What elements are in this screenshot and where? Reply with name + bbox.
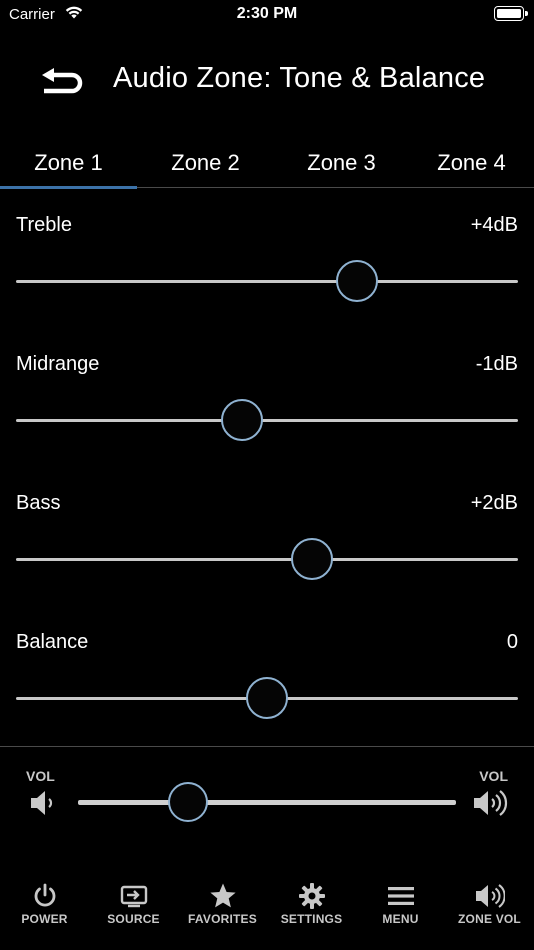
treble-value: +4dB	[470, 214, 518, 236]
page-title: Audio Zone: Tone & Balance	[113, 62, 486, 94]
status-bar: Carrier 2:30 PM	[0, 0, 534, 28]
header: Audio Zone: Tone & Balance	[0, 52, 534, 108]
bass-control: Bass +2dB	[0, 492, 534, 622]
back-button[interactable]	[38, 62, 88, 96]
battery-icon	[494, 6, 528, 21]
balance-label: Balance	[16, 631, 89, 653]
volume-right-label: VOL	[479, 768, 508, 784]
volume-slider-knob[interactable]	[167, 782, 208, 822]
volume-slider-track[interactable]	[78, 800, 456, 805]
status-time: 2:30 PM	[236, 5, 298, 22]
bass-slider-track[interactable]	[16, 558, 518, 561]
midrange-label: Midrange	[16, 353, 100, 375]
bass-label: Bass	[16, 492, 61, 514]
bass-value: +2dB	[470, 492, 518, 514]
bass-slider-knob[interactable]	[291, 538, 334, 580]
tab-zone-3[interactable]: Zone 3	[274, 138, 409, 187]
back-arrow-icon	[42, 68, 83, 94]
nav-zone-vol[interactable]: ZONE VOL	[445, 876, 534, 936]
speaker-low-icon[interactable]	[28, 788, 58, 818]
bottom-nav: POWER SOURCE FAVORITES SETTINGS MENU ZON…	[0, 876, 534, 936]
volume-left-label: VOL	[26, 768, 55, 784]
treble-control: Treble +4dB	[0, 214, 534, 344]
nav-favorites[interactable]: FAVORITES	[178, 876, 267, 936]
balance-control: Balance 0	[0, 631, 534, 761]
tab-zone-1[interactable]: Zone 1	[0, 138, 137, 189]
midrange-slider-track[interactable]	[16, 419, 518, 422]
nav-favorites-label: FAVORITES	[188, 912, 257, 926]
balance-value: 0	[506, 631, 518, 653]
divider	[0, 746, 534, 747]
midrange-value: -1dB	[475, 353, 518, 375]
nav-source-label: SOURCE	[107, 912, 160, 926]
nav-power-label: POWER	[21, 912, 68, 926]
zone-tabs: Zone 1 Zone 2 Zone 3 Zone 4	[0, 138, 534, 189]
nav-settings[interactable]: SETTINGS	[267, 876, 356, 936]
treble-slider-track[interactable]	[16, 280, 518, 283]
speaker-high-icon[interactable]	[472, 788, 508, 818]
nav-source[interactable]: SOURCE	[89, 876, 178, 936]
nav-power[interactable]: POWER	[0, 876, 89, 936]
tab-zone-2[interactable]: Zone 2	[137, 138, 274, 187]
treble-label: Treble	[16, 214, 72, 236]
balance-slider-knob[interactable]	[246, 677, 288, 719]
source-icon	[120, 885, 147, 908]
nav-settings-label: SETTINGS	[280, 912, 343, 926]
gear-icon	[298, 883, 325, 909]
menu-icon	[387, 887, 414, 905]
nav-menu[interactable]: MENU	[356, 876, 445, 936]
nav-menu-label: MENU	[382, 912, 419, 926]
tab-zone-4[interactable]: Zone 4	[409, 138, 534, 187]
midrange-control: Midrange -1dB	[0, 353, 534, 483]
power-icon	[34, 883, 55, 907]
star-icon	[209, 883, 236, 908]
nav-zone-vol-label: ZONE VOL	[458, 912, 521, 926]
zone-volume-icon	[475, 884, 505, 908]
treble-slider-knob[interactable]	[336, 260, 379, 302]
midrange-slider-knob[interactable]	[220, 399, 263, 441]
